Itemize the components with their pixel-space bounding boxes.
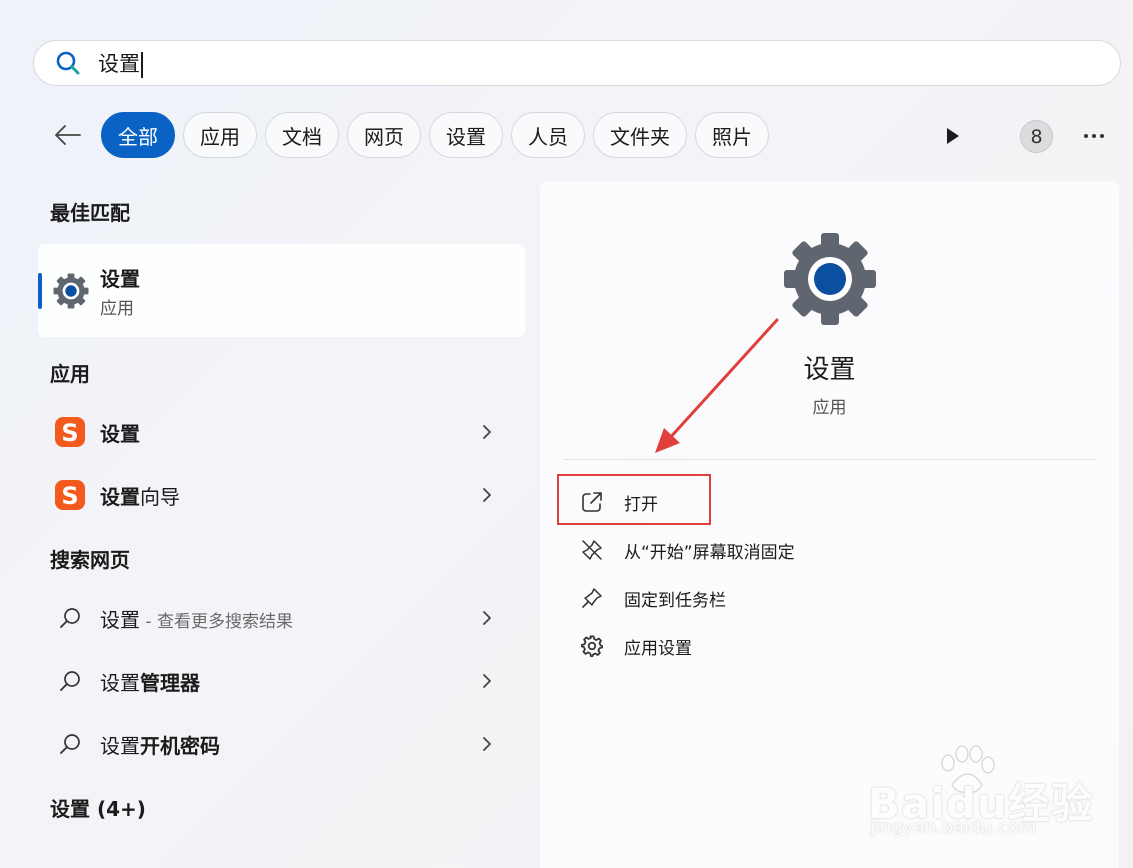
web-search-icon (52, 663, 88, 699)
filter-apps[interactable]: 应用 (183, 112, 257, 158)
pin-icon (578, 584, 606, 612)
text-caret (141, 52, 143, 78)
settings-results-heading[interactable]: 设置 (4+) (50, 793, 146, 822)
divider (564, 459, 1096, 460)
unpin-start-action[interactable]: 从“开始”屏幕取消固定 (578, 530, 795, 570)
filter-folders[interactable]: 文件夹 (593, 112, 687, 158)
svg-text:S: S (61, 419, 78, 447)
app-settings-label: 应用设置 (624, 638, 692, 659)
app-result-label: 设置向导 (100, 484, 180, 509)
settings-gear-icon (780, 229, 880, 329)
app-settings-icon (578, 632, 606, 660)
app-result-sogou-settings[interactable]: S 设置 (38, 406, 525, 458)
search-icon (54, 49, 82, 77)
filter-people[interactable]: 人员 (511, 112, 585, 158)
app-settings-action[interactable]: 应用设置 (578, 626, 692, 666)
web-search-icon (52, 600, 88, 636)
chevron-right-icon[interactable] (477, 485, 497, 505)
web-result-manager[interactable]: 设置管理器 (38, 655, 525, 707)
pin-taskbar-label: 固定到任务栏 (624, 590, 726, 611)
web-search-icon (52, 726, 88, 762)
app-result-sogou-wizard[interactable]: S 设置向导 (38, 469, 525, 521)
app-result-label: 设置 (100, 421, 140, 446)
more-icon[interactable] (1078, 120, 1110, 152)
chevron-right-icon[interactable] (477, 608, 497, 628)
chevron-right-icon[interactable] (477, 734, 497, 754)
web-result-more[interactable]: 设置 - 查看更多搜索结果 (38, 592, 525, 644)
web-result-label: 设置开机密码 (100, 733, 220, 758)
filter-bar: 全部 应用 文档 网页 设置 人员 文件夹 照片 (50, 111, 777, 159)
apps-heading: 应用 (50, 362, 90, 386)
best-match-settings[interactable]: 设置 应用 (38, 244, 525, 337)
filter-settings[interactable]: 设置 (429, 112, 503, 158)
web-result-label: 设置 - 查看更多搜索结果 (100, 607, 293, 632)
search-input[interactable]: 设置 (98, 48, 143, 78)
filter-documents[interactable]: 文档 (265, 112, 339, 158)
detail-subtitle: 应用 (812, 398, 847, 418)
pin-taskbar-action[interactable]: 固定到任务栏 (578, 578, 726, 618)
detail-title: 设置 (803, 355, 856, 385)
best-match-heading: 最佳匹配 (50, 201, 130, 225)
filter-all[interactable]: 全部 (101, 112, 175, 158)
settings-gear-icon (52, 272, 90, 310)
back-arrow-icon[interactable] (50, 117, 86, 153)
annotation-highlight-box (557, 474, 711, 525)
search-bar[interactable]: 设置 (33, 40, 1121, 86)
web-result-boot-password[interactable]: 设置开机密码 (38, 718, 525, 770)
svg-text:S: S (61, 482, 78, 510)
unpin-icon (578, 536, 606, 564)
sogou-icon: S (52, 414, 88, 450)
chevron-right-icon[interactable] (477, 422, 497, 442)
sogou-icon: S (52, 477, 88, 513)
selection-indicator (38, 273, 42, 309)
best-match-subtitle: 应用 (100, 299, 134, 319)
filter-web[interactable]: 网页 (347, 112, 421, 158)
play-icon[interactable] (940, 123, 966, 149)
web-search-heading: 搜索网页 (50, 548, 130, 572)
chevron-right-icon[interactable] (477, 671, 497, 691)
baidu-watermark: Baidu经验 jingyan.baidu.com (868, 745, 1093, 845)
best-match-title: 设置 (100, 267, 140, 291)
watermark-url: jingyan.baidu.com (870, 817, 1037, 838)
unpin-start-label: 从“开始”屏幕取消固定 (624, 542, 795, 563)
filter-count-badge[interactable]: 8 (1020, 120, 1053, 153)
web-result-label: 设置管理器 (100, 670, 200, 695)
filter-photos[interactable]: 照片 (695, 112, 769, 158)
